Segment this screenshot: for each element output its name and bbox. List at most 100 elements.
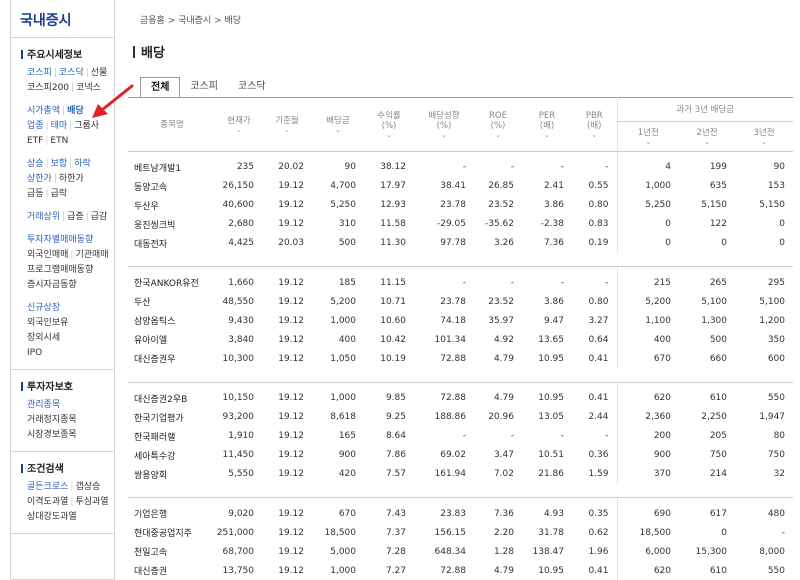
stock-name-link[interactable]: 베트남개발1: [128, 152, 216, 177]
sidebar-link[interactable]: 그룹사: [74, 121, 99, 131]
sort-icon[interactable]: ⌄: [522, 131, 572, 139]
sidebar-link[interactable]: 업종: [27, 121, 44, 131]
sidebar-link[interactable]: 외국인매매: [27, 250, 68, 260]
table-row[interactable]: 두산우 40,600 19.12 5,250 12.93 23.78 23.52 3.86 0.…: [128, 195, 793, 215]
stock-name-link[interactable]: 한국ANKOR유전: [128, 267, 216, 292]
sidebar-link[interactable]: 증시자금동향: [27, 280, 77, 290]
sort-icon[interactable]: ⌄: [414, 131, 474, 139]
stock-name-link[interactable]: 동양고속: [128, 177, 216, 196]
stock-name-link[interactable]: 대동전자: [128, 234, 216, 253]
column-header[interactable]: 현재가 ⌄: [216, 97, 262, 152]
table-row[interactable]: 대동전자 4,425 20.03 500 11.30 97.78 3.26 7.36 0.19 0…: [128, 233, 793, 253]
sort-icon[interactable]: ⌄: [572, 131, 617, 139]
stock-name-link[interactable]: 현대중공업지주: [128, 523, 216, 542]
table-row[interactable]: 유아이엘 3,840 19.12 400 10.42 101.34 4.92 13.65 0.6…: [128, 330, 793, 349]
column-header[interactable]: 3년전 ⌄: [735, 121, 794, 152]
stock-name-link[interactable]: 두산우: [128, 196, 216, 215]
sidebar-link[interactable]: 코스피: [27, 68, 52, 78]
tab-2[interactable]: 코스닥: [228, 77, 276, 98]
sidebar-link[interactable]: 코넥스: [76, 83, 101, 93]
column-header[interactable]: ROE (%) ⌄: [474, 97, 522, 152]
sidebar-section-head[interactable]: 조건검색: [21, 460, 114, 475]
sidebar-link[interactable]: 시가총액: [27, 106, 60, 116]
sidebar-link[interactable]: 상한가: [27, 174, 52, 184]
table-row[interactable]: 대신증권우 10,300 19.12 1,050 10.19 72.88 4.79 10.95…: [128, 349, 793, 368]
column-header[interactable]: PBR (배) ⌄: [572, 97, 617, 152]
table-row[interactable]: 천일고속 68,700 19.12 5,000 7.28 648.34 1.28 138.47…: [128, 542, 793, 561]
stock-name-link[interactable]: 대신증권: [128, 561, 216, 580]
table-row[interactable]: 웅진씽크빅 2,680 19.12 310 11.58 -29.05 -35.62 -2.38…: [128, 214, 793, 234]
sidebar-link[interactable]: ETN: [50, 136, 68, 146]
table-row[interactable]: 동양고속 26,150 19.12 4,700 17.97 38.41 26.85 2.41 0…: [128, 176, 793, 196]
sidebar-link[interactable]: 코스피200: [27, 83, 69, 93]
table-row[interactable]: 대신증권2우B 10,150 19.12 1,000 9.85 72.88 4.79 10.9…: [128, 382, 793, 408]
table-row[interactable]: 쌍용양회 5,550 19.12 420 7.57 161.94 7.02 21.86 1.59…: [128, 464, 793, 484]
sort-icon[interactable]: ⌄: [312, 126, 364, 134]
sidebar-section-head[interactable]: 주요시세정보: [21, 46, 114, 61]
stock-name-link[interactable]: 기업은행: [128, 498, 216, 523]
column-header[interactable]: 배당금 ⌄: [312, 97, 364, 152]
table-row[interactable]: 베트남개발1 235 20.02 90 38.12- - - -4 199 90: [128, 151, 793, 177]
table-row[interactable]: 한국ANKOR유전 1,660 19.12 185 11.15- - - -215 265 295: [128, 267, 793, 292]
sidebar-link[interactable]: 갭상승: [75, 482, 100, 492]
stock-name-link[interactable]: 유아이엘: [128, 330, 216, 349]
sidebar-link[interactable]: 투심과열: [75, 497, 108, 507]
breadcrumb[interactable]: 금융홈 > 국내증시 > 배당: [140, 13, 241, 26]
sidebar-section-head[interactable]: 투자자보호: [21, 378, 114, 393]
sidebar-link[interactable]: 급증: [67, 212, 84, 222]
sort-icon[interactable]: ⌄: [679, 138, 735, 146]
sidebar-link[interactable]: 선물: [91, 68, 108, 78]
sidebar-link[interactable]: ETF: [27, 136, 43, 146]
table-row[interactable]: 대신증권 13,750 19.12 1,000 7.27 72.88 4.79 10.95 0.…: [128, 561, 793, 580]
sidebar-link[interactable]: IPO: [27, 348, 42, 358]
stock-name-link[interactable]: 세아특수강: [128, 446, 216, 465]
sidebar-link[interactable]: 급감: [91, 212, 108, 222]
sidebar-link[interactable]: 관리종목: [27, 400, 60, 410]
sidebar-link[interactable]: 이격도과열: [27, 497, 68, 507]
sort-icon[interactable]: ⌄: [474, 131, 522, 139]
sidebar-link[interactable]: 투자자별매매동향: [27, 235, 93, 245]
table-row[interactable]: 한국패러랠 1,910 19.12 165 8.64- - - -200 205 80: [128, 426, 793, 446]
stock-name-link[interactable]: 대신증권우: [128, 349, 216, 368]
sidebar-link[interactable]: 거래정지종목: [27, 415, 77, 425]
table-row[interactable]: 두산 48,550 19.12 5,200 10.71 23.78 23.52 3.86 0.8…: [128, 292, 793, 311]
sidebar-link[interactable]: 골든크로스: [27, 482, 68, 492]
sidebar-title[interactable]: 국내증시: [11, 0, 114, 38]
stock-name-link[interactable]: 두산: [128, 292, 216, 311]
sidebar-link[interactable]: 테마: [51, 121, 68, 131]
sidebar-link[interactable]: 시장경보종목: [27, 430, 77, 440]
column-header[interactable]: 종목명: [128, 97, 216, 152]
column-header[interactable]: 기준월 ⌄: [262, 97, 312, 152]
sidebar-link[interactable]: 하한가: [59, 174, 84, 184]
column-header[interactable]: PER (배) ⌄: [522, 97, 572, 152]
sidebar-link[interactable]: 급등: [27, 189, 44, 199]
sidebar-link[interactable]: 외국인보유: [27, 318, 68, 328]
column-header[interactable]: 수익률 (%) ⌄: [364, 97, 414, 152]
column-header[interactable]: 1년전 ⌄: [616, 121, 680, 152]
stock-name-link[interactable]: 한국기업평가: [128, 408, 216, 427]
sidebar-link[interactable]: 기관매매: [75, 250, 108, 260]
column-header[interactable]: 2년전 ⌄: [679, 121, 735, 152]
sidebar-link[interactable]: 배당: [67, 106, 84, 116]
sort-icon[interactable]: ⌄: [216, 126, 262, 134]
sort-icon[interactable]: ⌄: [735, 138, 793, 146]
sidebar-link[interactable]: 코스닥: [59, 68, 84, 78]
sidebar-link[interactable]: 신규상장: [27, 303, 60, 313]
stock-name-link[interactable]: 쌍용양회: [128, 465, 216, 484]
table-row[interactable]: 현대중공업지주 251,000 19.12 18,500 7.37 156.15 2.20 3…: [128, 523, 793, 542]
sort-icon[interactable]: ⌄: [364, 131, 414, 139]
stock-name-link[interactable]: 웅진씽크빅: [128, 215, 216, 234]
sort-icon[interactable]: ⌄: [618, 138, 680, 146]
sidebar-link[interactable]: 거래상위: [27, 212, 60, 222]
sidebar-link[interactable]: 보합: [51, 159, 68, 169]
sidebar-link[interactable]: 급락: [51, 189, 68, 199]
table-row[interactable]: 한국기업평가 93,200 19.12 8,618 9.25 188.86 20.96 13.…: [128, 407, 793, 427]
stock-name-link[interactable]: 대신증권2우B: [128, 383, 216, 408]
column-header[interactable]: 배당성향 (%) ⌄: [414, 97, 474, 152]
tab-0[interactable]: 전체: [140, 77, 181, 98]
stock-name-link[interactable]: 한국패러랠: [128, 427, 216, 446]
sort-icon[interactable]: ⌄: [262, 126, 312, 134]
table-row[interactable]: 세아특수강 11,450 19.12 900 7.86 69.02 3.47 10.51 0.3…: [128, 445, 793, 465]
sidebar-link[interactable]: 하락: [74, 159, 91, 169]
table-row[interactable]: 기업은행 9,020 19.12 670 7.43 23.83 7.36 4.93 0.35 69…: [128, 498, 793, 523]
